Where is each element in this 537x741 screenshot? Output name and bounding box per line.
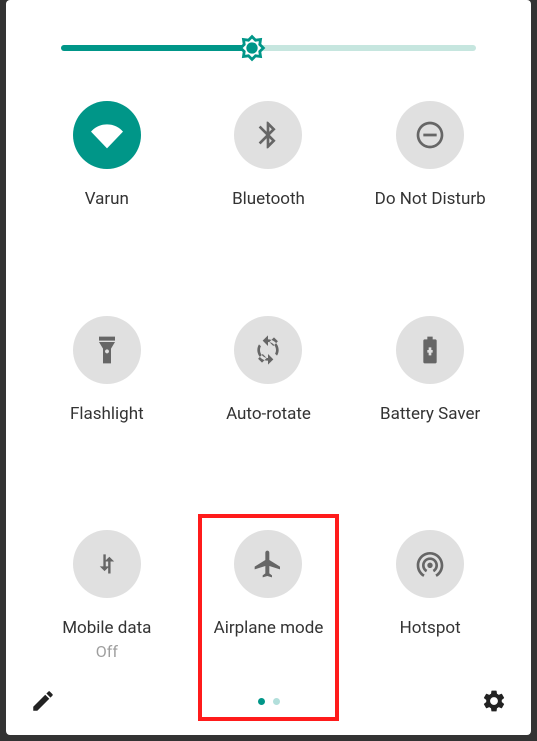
quick-settings-footer — [6, 677, 531, 725]
battery-icon — [396, 316, 464, 384]
wifi-icon — [73, 101, 141, 169]
tile-battery-saver[interactable]: Battery Saver — [349, 306, 511, 501]
brightness-thumb-icon[interactable] — [235, 31, 269, 65]
mobile-data-icon — [73, 530, 141, 598]
tile-label: Bluetooth — [232, 189, 305, 210]
edit-button[interactable] — [30, 688, 56, 714]
brightness-slider[interactable] — [61, 45, 476, 51]
dnd-icon — [396, 101, 464, 169]
tile-label: Mobile data — [62, 618, 151, 639]
page-dot — [258, 698, 265, 705]
tile-flashlight[interactable]: Flashlight — [26, 306, 188, 501]
quick-settings-grid: Varun Bluetooth Do Not Disturb Flashligh… — [6, 91, 531, 735]
flashlight-icon — [73, 316, 141, 384]
airplane-icon — [234, 530, 302, 598]
tile-label: Hotspot — [400, 618, 461, 639]
hotspot-icon — [396, 530, 464, 598]
tile-autorotate[interactable]: Auto-rotate — [188, 306, 350, 501]
tile-label: Airplane mode — [214, 618, 324, 639]
tile-wifi[interactable]: Varun — [26, 91, 188, 286]
tile-bluetooth[interactable]: Bluetooth — [188, 91, 350, 286]
bluetooth-icon — [234, 101, 302, 169]
tile-label: Varun — [85, 189, 129, 210]
tile-label: Flashlight — [70, 404, 144, 425]
quick-settings-panel: Varun Bluetooth Do Not Disturb Flashligh… — [6, 0, 531, 735]
brightness-fill — [61, 45, 252, 51]
tile-label: Auto-rotate — [226, 404, 311, 425]
settings-button[interactable] — [481, 688, 507, 714]
tile-dnd[interactable]: Do Not Disturb — [349, 91, 511, 286]
autorotate-icon — [234, 316, 302, 384]
page-dot — [273, 698, 280, 705]
tile-label: Battery Saver — [380, 404, 480, 425]
page-indicator — [258, 698, 280, 705]
tile-sublabel: Off — [96, 642, 118, 661]
tile-label: Do Not Disturb — [375, 189, 486, 210]
